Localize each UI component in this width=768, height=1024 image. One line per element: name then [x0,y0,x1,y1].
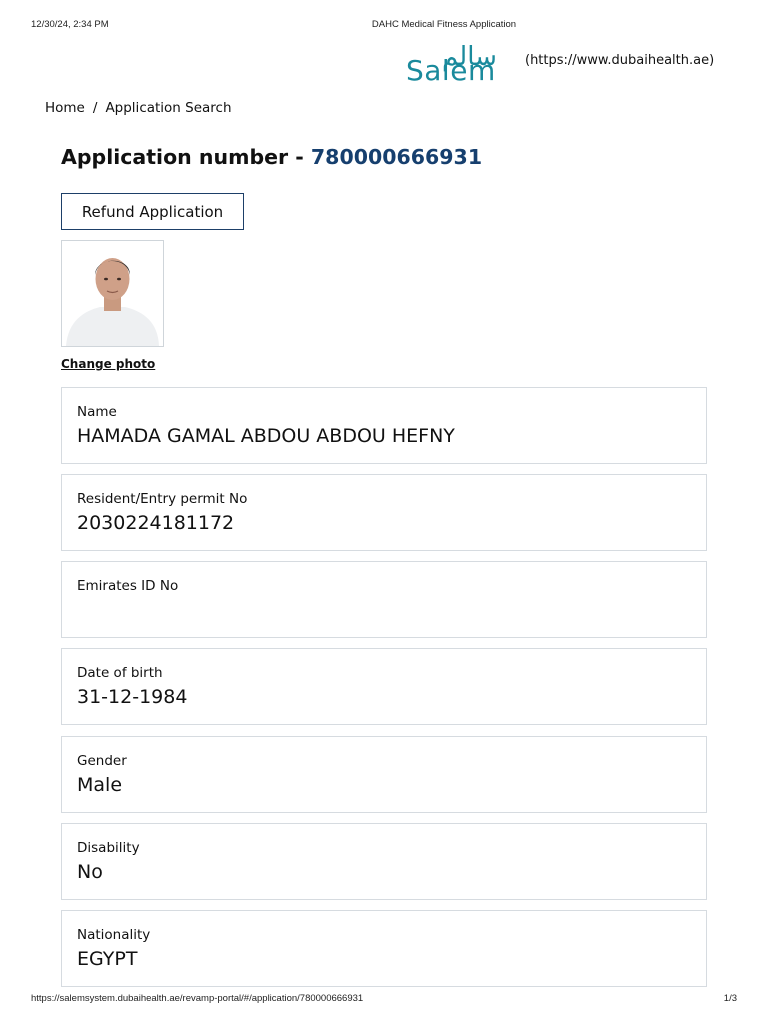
field-label: Nationality [77,927,151,943]
field-label: Resident/Entry permit No [77,491,248,507]
field-value: 2030224181172 [77,512,235,534]
applicant-photo [61,240,164,347]
print-header: 12/30/24, 2:34 PM DAHC Medical Fitness A… [0,19,768,33]
field-card-resident-permit: Resident/Entry permit No 2030224181172 [61,474,707,551]
breadcrumb: Home / Application Search [45,100,232,116]
print-page-number: 1/3 [723,993,737,1004]
brand-url: (https://www.dubaihealth.ae) [525,53,715,68]
field-card-name: Name HAMADA GAMAL ABDOU ABDOU HEFNY [61,387,707,464]
page-title-prefix: Application number - [61,145,311,169]
refund-application-button[interactable]: Refund Application [61,193,244,230]
application-number: 780000666931 [310,145,483,169]
print-url: https://salemsystem.dubaihealth.ae/revam… [31,993,364,1004]
breadcrumb-home-link[interactable]: Home [45,100,85,116]
field-card-disability: Disability No [61,823,707,900]
field-card-emirates-id: Emirates ID No [61,561,707,638]
field-value: 31-12-1984 [77,686,188,708]
print-title: DAHC Medical Fitness Application [371,19,517,30]
salem-logo-arabic: سالم [442,42,497,72]
field-card-date-of-birth: Date of birth 31-12-1984 [61,648,707,725]
breadcrumb-current: Application Search [105,100,232,116]
field-card-nationality: Nationality EGYPT [61,910,707,987]
field-label: Disability [77,840,140,856]
field-value: Male [77,774,123,796]
field-value: EGYPT [77,948,138,970]
field-label: Date of birth [77,665,163,681]
field-label: Emirates ID No [77,578,179,594]
field-value: HAMADA GAMAL ABDOU ABDOU HEFNY [77,425,455,447]
field-label: Gender [77,753,127,769]
field-value: No [77,861,103,883]
breadcrumb-separator: / [92,100,98,116]
person-photo-icon [62,241,163,346]
page-title: Application number - 780000666931 [61,145,482,169]
field-label: Name [77,404,117,420]
field-card-gender: Gender Male [61,736,707,813]
brand-header: Salem سالم (https://www.dubaihealth.ae) [404,42,744,90]
change-photo-link[interactable]: Change photo [61,357,155,371]
print-footer: https://salemsystem.dubaihealth.ae/revam… [0,993,768,1007]
